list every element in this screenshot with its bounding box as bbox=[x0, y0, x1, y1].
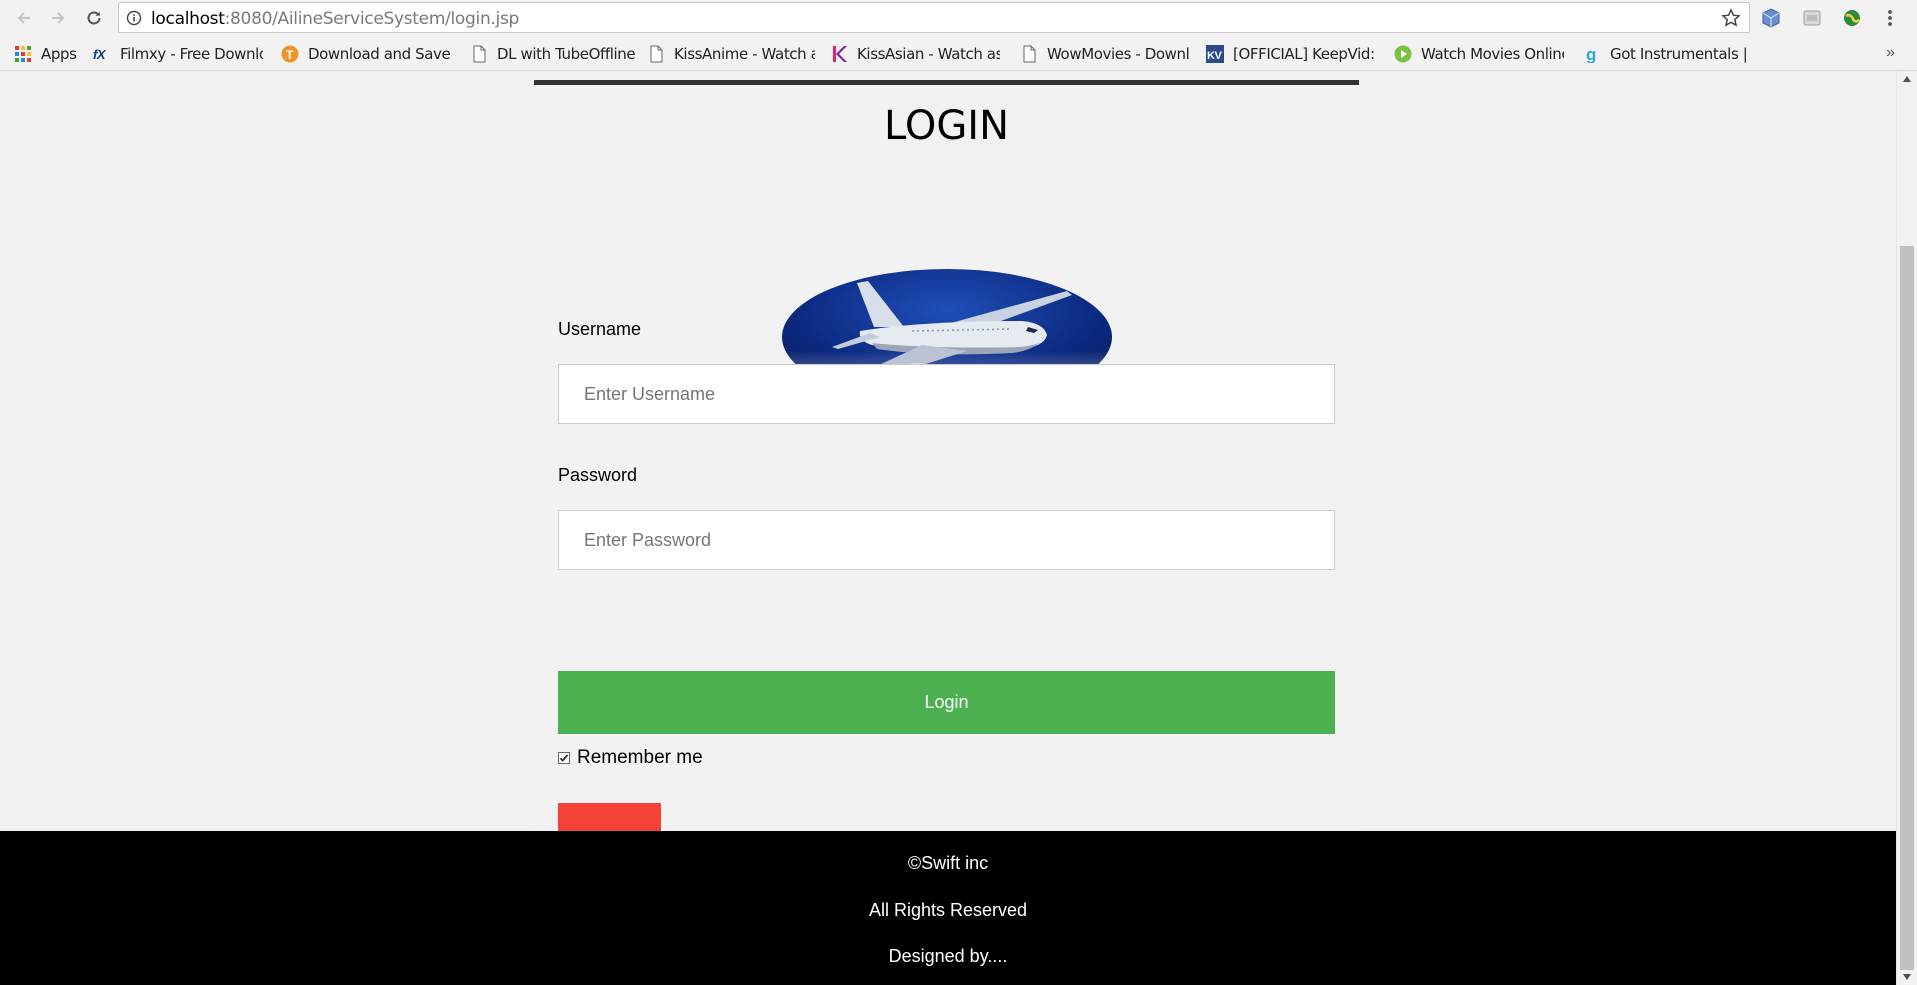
reload-icon bbox=[87, 11, 101, 25]
svg-text:T: T bbox=[286, 48, 294, 62]
extension-cube-icon[interactable] bbox=[1760, 7, 1782, 29]
bookmark-kissanime[interactable]: KissAnime - Watch ar bbox=[647, 45, 815, 63]
info-icon[interactable] bbox=[126, 10, 142, 26]
bookmark-keepvid[interactable]: KV [OFFICIAL] KeepVid: D bbox=[1206, 45, 1378, 63]
page-icon bbox=[1023, 45, 1036, 63]
url-host: localhost bbox=[151, 9, 225, 29]
bookmark-label: KissAsian - Watch asi bbox=[857, 45, 1000, 63]
bookmark-label: Got Instrumentals | # bbox=[1610, 45, 1751, 63]
url-path: :8080/AilineServiceSystem/login.jsp bbox=[224, 9, 520, 29]
bookmark-label: Watch Movies Online bbox=[1421, 45, 1564, 63]
bookmark-filmxy[interactable]: fX Filmxy - Free Downlo bbox=[93, 45, 263, 63]
page-icon bbox=[650, 45, 663, 63]
back-button[interactable] bbox=[12, 6, 36, 30]
username-input[interactable] bbox=[558, 364, 1335, 424]
username-label: Username bbox=[558, 319, 642, 339]
footer-designed-by: Designed by.... bbox=[888, 946, 1008, 966]
address-bar[interactable]: localhost:8080/AilineServiceSystem/login… bbox=[118, 2, 1750, 33]
g-blue-icon: g bbox=[1586, 45, 1596, 63]
scroll-up-arrow-icon[interactable] bbox=[1902, 75, 1912, 83]
bookmark-wowmovies[interactable]: WowMovies - Downlo bbox=[1020, 45, 1190, 63]
page-viewport: LOGIN Username Enter Username Password L… bbox=[0, 71, 1896, 985]
checkmark-icon bbox=[559, 754, 569, 762]
keepvid-icon: KV bbox=[1206, 45, 1224, 63]
bookmarks-overflow-button[interactable]: » bbox=[1886, 44, 1895, 62]
vertical-scrollbar[interactable] bbox=[1896, 71, 1917, 985]
kissasian-icon bbox=[833, 46, 847, 62]
forward-button[interactable] bbox=[46, 6, 70, 30]
browser-toolbar: localhost:8080/AilineServiceSystem/login… bbox=[0, 0, 1917, 36]
bookmark-tubeoffline[interactable]: DL with TubeOffline bbox=[470, 45, 640, 63]
svg-text:g: g bbox=[1586, 45, 1596, 63]
bookmark-got-instrumentals[interactable]: g Got Instrumentals | # bbox=[1583, 45, 1751, 63]
star-icon[interactable] bbox=[1721, 8, 1741, 28]
extension-box-icon[interactable] bbox=[1801, 7, 1823, 29]
svg-text:KV: KV bbox=[1207, 50, 1223, 62]
bookmark-label: DL with TubeOffline bbox=[497, 45, 636, 63]
filmxy-icon: fX bbox=[93, 47, 107, 62]
footer: ©Swift inc All Rights Reserved Designed … bbox=[0, 831, 1896, 985]
arrow-left-icon bbox=[17, 12, 30, 24]
play-green-icon bbox=[1394, 45, 1412, 63]
url-text: localhost:8080/AilineServiceSystem/login… bbox=[151, 9, 519, 29]
bookmark-kissasian[interactable]: KissAsian - Watch asi bbox=[830, 45, 1000, 63]
header-bar bbox=[534, 80, 1359, 85]
t-orange-icon: T bbox=[281, 45, 299, 63]
bookmark-download-save[interactable]: T Download and Save v bbox=[281, 45, 451, 63]
remember-me-checkbox[interactable] bbox=[558, 752, 570, 764]
bookmark-watch-movies[interactable]: Watch Movies Online bbox=[1394, 45, 1564, 63]
login-form: Username Password Login Remember me bbox=[534, 169, 1359, 869]
bookmark-label: Download and Save v bbox=[308, 45, 451, 63]
bookmark-label: WowMovies - Downlo bbox=[1047, 45, 1190, 63]
remember-me-row: Remember me bbox=[558, 747, 703, 769]
cancel-button[interactable] bbox=[558, 803, 661, 833]
login-button[interactable]: Login bbox=[558, 671, 1335, 734]
svg-text:fX: fX bbox=[93, 47, 107, 62]
remember-me-label: Remember me bbox=[577, 747, 703, 768]
bookmark-label: [OFFICIAL] KeepVid: D bbox=[1233, 45, 1378, 63]
password-label: Password bbox=[558, 465, 638, 485]
scrollbar-thumb[interactable] bbox=[1900, 246, 1914, 970]
scroll-down-arrow-icon[interactable] bbox=[1902, 973, 1912, 981]
menu-kebab-icon[interactable] bbox=[1879, 7, 1901, 29]
bookmark-label: Filmxy - Free Downlo bbox=[120, 45, 263, 63]
apps-grid-icon bbox=[15, 46, 31, 62]
extension-globe-icon[interactable] bbox=[1841, 7, 1863, 29]
bookmarks-bar: Apps fX Filmxy - Free Downlo T Download … bbox=[0, 36, 1917, 71]
page-title: LOGIN bbox=[883, 103, 1010, 149]
arrow-right-icon bbox=[52, 12, 65, 24]
bookmark-label: Apps bbox=[41, 45, 77, 63]
footer-copyright: ©Swift inc bbox=[907, 853, 989, 873]
page-icon bbox=[473, 45, 486, 63]
bookmark-label: KissAnime - Watch ar bbox=[674, 45, 815, 63]
footer-rights: All Rights Reserved bbox=[868, 900, 1028, 920]
password-input[interactable] bbox=[558, 510, 1335, 570]
reload-button[interactable] bbox=[82, 6, 106, 30]
bookmark-apps[interactable]: Apps bbox=[14, 45, 84, 63]
